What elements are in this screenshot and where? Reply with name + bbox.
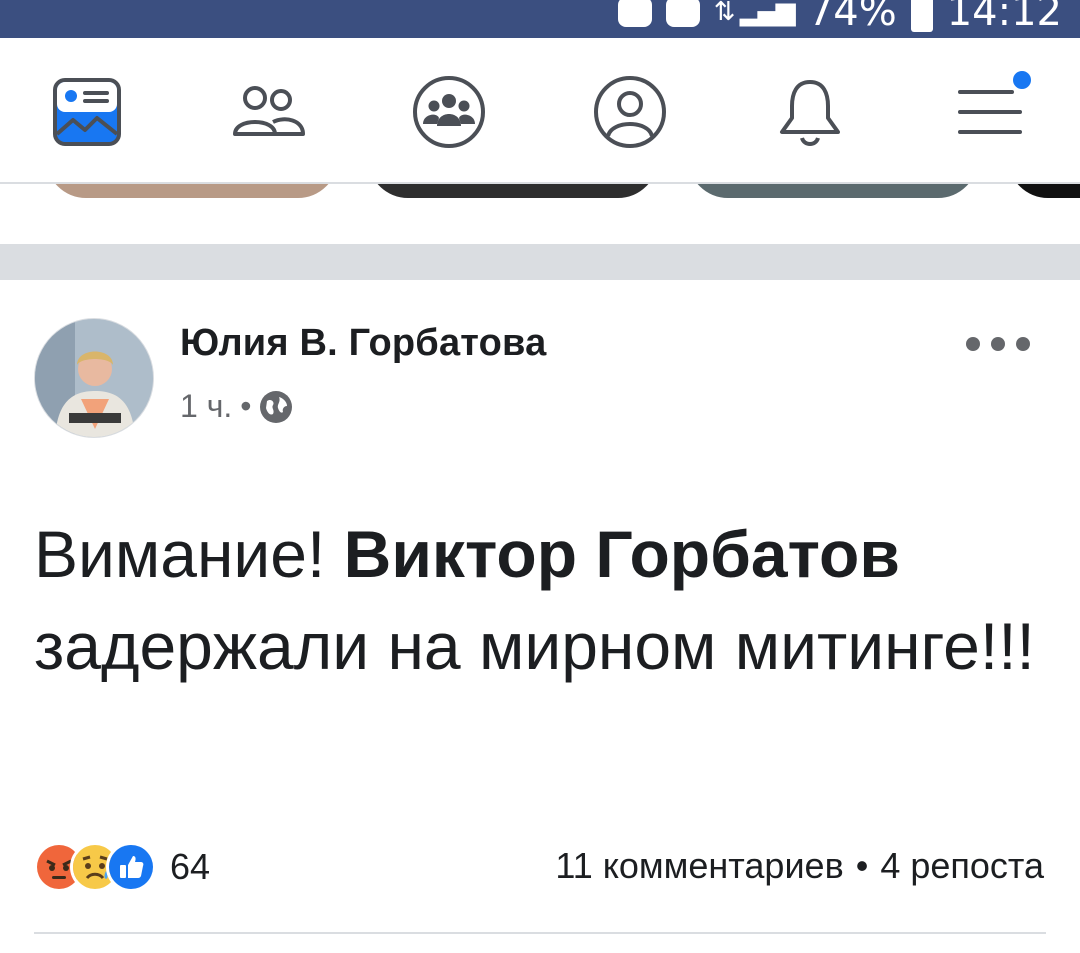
clock: 14:12 — [946, 0, 1062, 35]
story-card[interactable] — [368, 184, 658, 198]
nav-friends[interactable] — [228, 72, 308, 152]
like-reaction-icon — [106, 842, 156, 892]
avatar-photo — [35, 319, 153, 437]
mentioned-person[interactable]: Виктор Горбатов — [344, 517, 900, 591]
story-card[interactable] — [688, 184, 978, 198]
dot — [991, 337, 1005, 351]
post-divider — [34, 932, 1046, 934]
author-name[interactable]: Юлия В. Горбатова — [180, 322, 546, 365]
stats-separator: • — [855, 845, 869, 886]
nav-news-feed[interactable] — [47, 72, 127, 152]
bell-icon — [780, 80, 840, 146]
story-card[interactable] — [1008, 184, 1080, 198]
mute-icon — [617, 0, 652, 27]
author-avatar[interactable] — [34, 318, 154, 438]
nav-groups[interactable] — [409, 72, 489, 152]
feed-separator — [0, 244, 1080, 280]
shares-count[interactable]: 4 репоста — [880, 845, 1044, 887]
battery-percent: 74% — [807, 0, 897, 35]
nav-profile[interactable] — [590, 72, 670, 152]
stories-strip[interactable] — [0, 184, 1080, 244]
post-stats: 11 комментариев • 4 репоста — [555, 845, 1044, 887]
profile-icon — [594, 76, 666, 148]
signal-icon: ⇅ ▂▄▆ — [713, 0, 796, 27]
post-text-rest: задержали на мирном митинге!!! — [34, 609, 1035, 683]
post-more-button[interactable] — [966, 332, 1030, 356]
friends-icon — [233, 86, 305, 136]
status-bar: ⇅ ▂▄▆ 74% 14:12 — [0, 0, 1080, 38]
globe-icon — [260, 390, 293, 423]
nav-notifications[interactable] — [770, 72, 850, 152]
news-feed-icon — [53, 78, 121, 146]
alarm-icon — [665, 0, 700, 27]
post-text-intro: Вимание! — [34, 517, 344, 591]
dot — [966, 337, 980, 351]
meta-separator: • — [240, 388, 252, 424]
story-card[interactable] — [46, 184, 338, 198]
dot — [1016, 337, 1030, 351]
post-meta: 1 ч. • — [180, 388, 293, 425]
post-time[interactable]: 1 ч. — [180, 388, 232, 425]
reaction-count[interactable]: 64 — [170, 846, 210, 888]
top-nav-bar — [0, 38, 1080, 184]
status-indicators: ⇅ ▂▄▆ 74% 14:12 — [617, 0, 1062, 38]
groups-icon — [413, 76, 485, 148]
reactions-summary[interactable]: 64 — [34, 840, 210, 894]
battery-icon — [910, 0, 933, 32]
post-text: Вимание! Виктор Горбатов задержали на ми… — [34, 508, 1054, 692]
comments-count[interactable]: 11 комментариев — [555, 845, 843, 887]
menu-badge-dot — [1010, 68, 1034, 92]
feed-post: Юлия В. Горбатова 1 ч. • Вимание! Виктор… — [0, 280, 1080, 953]
